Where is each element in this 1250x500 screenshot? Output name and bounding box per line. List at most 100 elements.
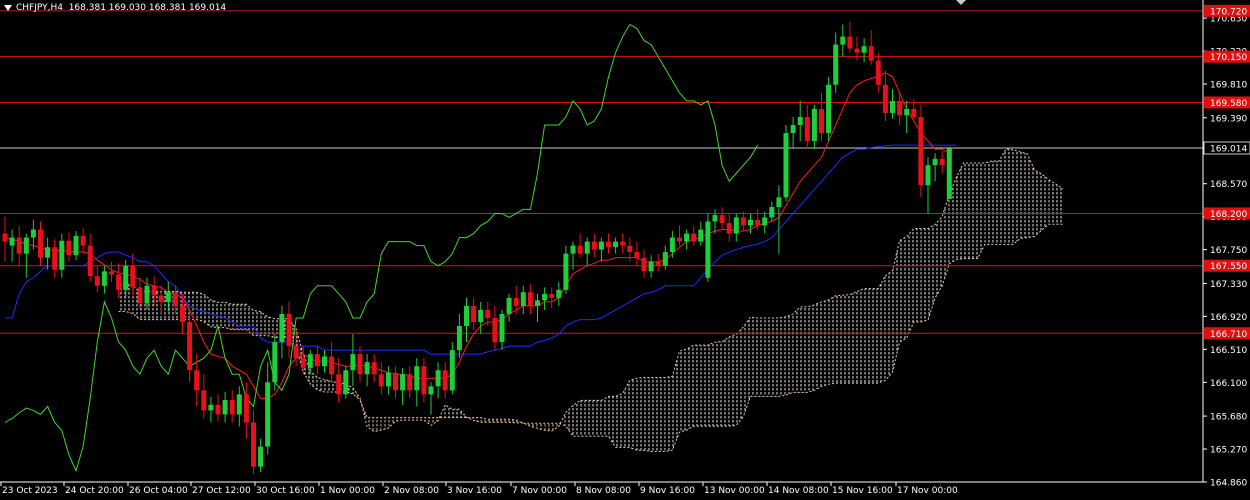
cloud-segment (786, 313, 794, 396)
candle-body (293, 346, 299, 359)
candle-body (80, 235, 86, 246)
price-tick-label: 165.270 (1210, 446, 1247, 456)
candle (847, 22, 853, 53)
candle-body (875, 60, 881, 85)
candle (2, 216, 8, 262)
candle (208, 396, 214, 423)
candle-body (378, 374, 384, 387)
candle-body (811, 108, 817, 142)
candle-body (343, 370, 349, 395)
candle-body (130, 265, 136, 288)
candle (471, 297, 477, 331)
candle-body (414, 366, 420, 391)
candle-body (549, 293, 555, 298)
candle (776, 185, 782, 254)
candle-body (506, 297, 512, 314)
candle-body (762, 217, 768, 226)
time-tick-label: 1 Nov 00:00 (320, 486, 375, 496)
cloud-segment (899, 236, 907, 343)
candle-body (165, 292, 171, 302)
candle (9, 229, 15, 262)
candle (251, 410, 256, 474)
candle (492, 305, 498, 351)
candle (939, 150, 945, 174)
cloud-segment (423, 417, 431, 426)
candle-body (705, 221, 711, 278)
candle (684, 229, 690, 250)
candle-body (740, 217, 746, 226)
candle (918, 104, 924, 198)
symbol-dropdown-icon[interactable] (4, 4, 12, 11)
chart-window[interactable]: 170.630170.220169.810169.390168.980168.5… (0, 0, 1250, 500)
price-tick-label: 169.390 (1210, 114, 1247, 124)
candle (357, 346, 363, 383)
candle-body (485, 309, 491, 318)
candle (819, 92, 824, 142)
candle (194, 354, 200, 407)
candle (265, 362, 271, 455)
candle (279, 305, 285, 359)
cloud-segment (722, 337, 730, 427)
chart-shift-marker-icon[interactable] (956, 0, 966, 5)
candle (620, 233, 626, 254)
time-tick-label: 2 Nov 08:00 (384, 486, 439, 496)
candle-body (38, 229, 43, 258)
candle-body (897, 100, 903, 116)
candle-body (677, 237, 682, 242)
candle-body (251, 422, 256, 467)
cloud-segment (842, 294, 850, 384)
candle-body (520, 292, 526, 306)
candle (364, 354, 370, 387)
candle (797, 100, 803, 142)
cloud-segment (636, 377, 644, 451)
candle (513, 285, 519, 314)
candle-body (904, 108, 910, 116)
candle (535, 293, 540, 322)
price-tick-label: 166.920 (1210, 313, 1247, 323)
candle (421, 358, 427, 403)
cloud-segment (1013, 149, 1021, 245)
candle (669, 231, 675, 258)
candle (101, 265, 107, 294)
cloud-segment (849, 291, 857, 384)
level-label: 170.720 (1210, 7, 1247, 17)
candle (258, 438, 264, 473)
time-tick-label: 24 Oct 20:00 (65, 486, 124, 496)
candle (378, 362, 384, 395)
cloud-segment (928, 224, 936, 320)
candle-body (172, 292, 178, 306)
cloud-segment (757, 317, 765, 397)
candle (584, 237, 590, 266)
candle (882, 70, 888, 121)
candle-body (577, 245, 583, 254)
candle-body (712, 215, 718, 222)
candle-body (598, 241, 604, 250)
candle (811, 104, 817, 150)
cloud-segment (374, 417, 382, 432)
ohlc-values: 168.381 169.030 168.381 169.014 (68, 3, 227, 13)
cloud-segment (1034, 170, 1042, 237)
candle-body (939, 158, 945, 166)
cloud-segment (707, 342, 715, 427)
time-tick-label: 13 Nov 00:00 (704, 486, 765, 496)
cloud-segment (729, 334, 737, 427)
price-tick-label: 166.510 (1210, 346, 1247, 356)
current-price-label: 169.014 (1210, 144, 1247, 154)
candle-body (385, 372, 391, 387)
candle-body (194, 370, 200, 391)
candle (236, 386, 242, 427)
cloud-segment (885, 270, 893, 381)
candle-body (322, 356, 327, 367)
candle (201, 374, 207, 419)
candle-body (868, 46, 874, 61)
candle (840, 24, 846, 57)
candle (94, 265, 100, 293)
candle-body (137, 287, 143, 304)
price-chart[interactable]: 170.630170.220169.810169.390168.980168.5… (0, 0, 1250, 500)
candle (456, 313, 462, 359)
candle-body (641, 257, 647, 272)
candle (393, 366, 398, 399)
cloud-segment (679, 349, 687, 433)
candle-body (187, 321, 193, 371)
candle-body (236, 394, 242, 415)
